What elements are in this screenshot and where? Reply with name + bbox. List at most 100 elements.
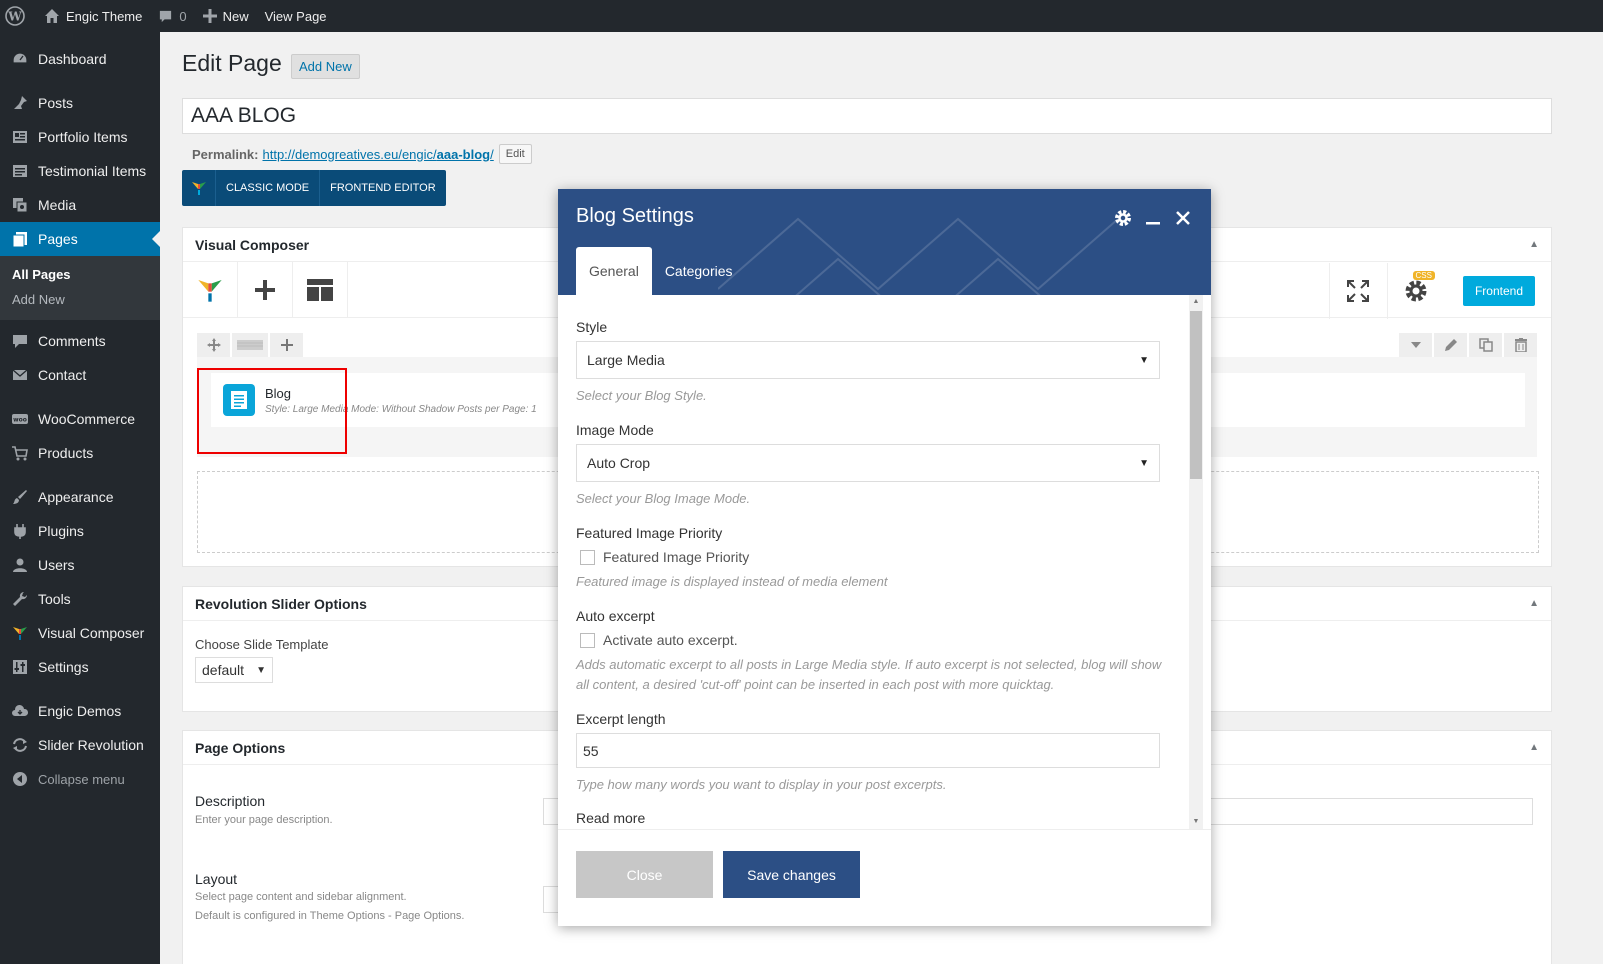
sidebar-item-posts[interactable]: Posts [0, 86, 160, 120]
sidebar-item-engic-demos[interactable]: Engic Demos [0, 694, 160, 728]
sidebar-item-woocommerce[interactable]: woo WooCommerce [0, 402, 160, 436]
comment-bubble-icon [160, 10, 172, 22]
permalink-slug: aaa-blog [436, 146, 491, 162]
layout-label: Layout [195, 871, 238, 887]
sidebar-item-portfolio[interactable]: Portfolio Items [0, 120, 160, 154]
row-controls [197, 333, 305, 357]
add-new-button[interactable]: Add New [291, 54, 360, 79]
image-mode-value: Auto Crop [587, 455, 651, 471]
modal-close-icon[interactable] [1169, 207, 1197, 229]
media-icon [10, 195, 30, 215]
sidebar-item-tools[interactable]: Tools [0, 582, 160, 616]
featured-help: Featured image is displayed instead of m… [576, 574, 888, 589]
row-toggle-icon[interactable] [1399, 333, 1432, 357]
sidebar-item-testimonial[interactable]: Testimonial Items [0, 154, 160, 188]
modal-body: Style Large Media ▼ Select your Blog Styl… [558, 295, 1211, 829]
vc-box-title: Visual Composer [195, 236, 310, 253]
featured-label: Featured Image Priority [576, 525, 723, 541]
image-mode-select[interactable]: Auto Crop ▼ [576, 444, 1160, 482]
select-caret-icon: ▼ [1139, 354, 1149, 366]
tab-categories[interactable]: Categories [652, 247, 746, 295]
sidebar-item-settings[interactable]: Settings [0, 650, 160, 684]
portfolio-icon [10, 127, 30, 147]
view-page-link[interactable]: View Page [257, 0, 335, 32]
fullscreen-icon[interactable] [1328, 263, 1387, 319]
sidebar-item-comments[interactable]: Comments [0, 324, 160, 358]
modal-minimize-icon[interactable] [1139, 207, 1167, 229]
wordpress-logo-icon[interactable]: W [0, 0, 36, 32]
sidebar-item-dashboard[interactable]: Dashboard [0, 42, 160, 76]
header-decoration [718, 217, 1119, 295]
comments-link[interactable]: 0 [150, 0, 194, 32]
vc-add-element-icon[interactable] [238, 261, 293, 318]
description-help: Enter your page description. [195, 814, 333, 826]
sidebar-label: Pages [38, 231, 78, 247]
collapse-arrow-icon[interactable]: ▲ [1529, 598, 1539, 609]
modal-scrollbar[interactable]: ▲ ▼ [1189, 295, 1203, 829]
sidebar-label: Plugins [38, 523, 84, 539]
row-clone-icon[interactable] [1469, 333, 1502, 357]
sidebar-label: Posts [38, 95, 74, 111]
scroll-down-arrow-icon[interactable]: ▼ [1189, 815, 1203, 829]
vc-logo-icon [182, 170, 216, 206]
new-content-link[interactable]: New [195, 0, 257, 32]
page-settings-gear-icon[interactable]: CSS [1386, 263, 1445, 319]
slide-template-select[interactable]: default ▼ [195, 657, 273, 683]
modal-window-controls [1107, 207, 1197, 229]
comments-count: 0 [179, 8, 187, 24]
frontend-editor-button[interactable]: FRONTEND EDITOR [320, 170, 446, 206]
featured-checkbox-row[interactable]: Featured Image Priority [580, 549, 749, 565]
post-title-input[interactable]: AAA BLOG [182, 98, 1552, 134]
scrollbar-thumb[interactable] [1190, 311, 1202, 479]
site-name-link[interactable]: Engic Theme [36, 0, 150, 32]
sidebar-item-media[interactable]: Media [0, 188, 160, 222]
collapse-menu-button[interactable]: Collapse menu [0, 762, 160, 796]
close-button[interactable]: Close [576, 851, 713, 898]
scroll-up-arrow-icon[interactable]: ▲ [1189, 295, 1203, 309]
classic-mode-button[interactable]: CLASSIC MODE [216, 170, 321, 206]
tab-general[interactable]: General [576, 247, 652, 295]
vc-logo-icon[interactable] [183, 261, 238, 318]
sidebar-item-visual-composer[interactable]: Visual Composer [0, 616, 160, 650]
sidebar-item-products[interactable]: Products [0, 436, 160, 470]
style-label: Style [576, 319, 608, 335]
sidebar-subitem-add-new[interactable]: Add New [0, 287, 160, 312]
permalink-url[interactable]: http://demogreatives.eu/engic/aaa-blog/ [262, 147, 493, 162]
sidebar-item-contact[interactable]: Contact [0, 358, 160, 392]
row-delete-trash-icon[interactable] [1504, 333, 1537, 357]
sidebar-item-plugins[interactable]: Plugins [0, 514, 160, 548]
site-name: Engic Theme [66, 8, 143, 24]
collapse-arrow-icon[interactable]: ▲ [1529, 239, 1539, 250]
style-select[interactable]: Large Media ▼ [576, 341, 1160, 379]
save-changes-button[interactable]: Save changes [723, 851, 860, 898]
page-title: Edit Page [182, 50, 282, 76]
plus-icon [202, 9, 217, 23]
add-column-icon[interactable] [270, 333, 303, 357]
sidebar-item-appearance[interactable]: Appearance [0, 480, 160, 514]
permalink-edit-button[interactable]: Edit [498, 144, 532, 164]
slide-template-label: Choose Slide Template [195, 637, 329, 652]
sidebar-item-users[interactable]: Users [0, 548, 160, 582]
sidebar-item-pages[interactable]: Pages [0, 222, 160, 256]
sidebar-subitem-all-pages[interactable]: All Pages [0, 262, 160, 287]
modal-settings-gear-icon[interactable] [1109, 207, 1137, 229]
mail-icon [10, 365, 30, 385]
vc-templates-icon[interactable] [293, 261, 348, 318]
featured-checkbox[interactable] [580, 549, 595, 565]
excerpt-length-input[interactable]: 55 [576, 733, 1160, 768]
admin-sidebar: Dashboard Posts Portfolio Items Testimon… [0, 32, 160, 964]
sidebar-label: Appearance [38, 489, 114, 505]
frontend-button[interactable]: Frontend [1462, 276, 1535, 306]
sidebar-label: Dashboard [38, 51, 107, 67]
sidebar-label: WooCommerce [38, 411, 135, 427]
row-layout-icon[interactable] [232, 333, 268, 357]
sidebar-label: Collapse menu [38, 771, 125, 787]
sidebar-item-slider-revolution[interactable]: Slider Revolution [0, 728, 160, 762]
collapse-arrow-icon[interactable]: ▲ [1529, 742, 1539, 753]
permalink-slash: / [490, 146, 494, 162]
drag-move-icon[interactable] [197, 333, 230, 357]
auto-excerpt-checkbox-row[interactable]: Activate auto excerpt. [580, 632, 738, 648]
auto-excerpt-checkbox[interactable] [580, 632, 595, 648]
auto-excerpt-label: Auto excerpt [576, 608, 655, 624]
row-edit-pencil-icon[interactable] [1434, 333, 1467, 357]
